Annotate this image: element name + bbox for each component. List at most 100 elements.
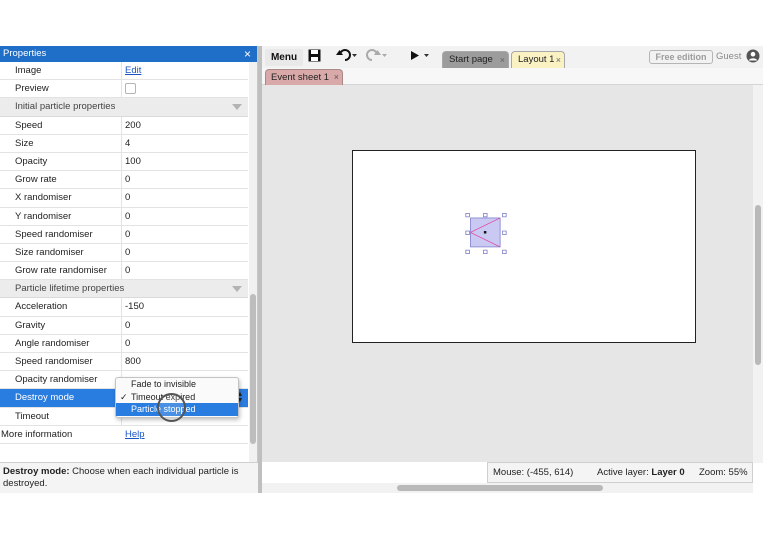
property-value[interactable]: 800 bbox=[125, 353, 141, 371]
document-tabs: Event sheet 1 × bbox=[262, 68, 763, 85]
tab-label: Event sheet 1 bbox=[271, 72, 330, 83]
play-icon[interactable] bbox=[408, 49, 432, 66]
layout-horizontal-scrollbar[interactable] bbox=[262, 483, 753, 493]
help-link[interactable]: Help bbox=[125, 426, 145, 444]
property-row[interactable]: Acceleration -150 bbox=[0, 298, 248, 317]
close-tab-icon[interactable]: × bbox=[500, 52, 505, 68]
property-label: Opacity bbox=[15, 155, 48, 167]
particles-object[interactable] bbox=[465, 213, 507, 254]
tab-start-page[interactable]: Start page × bbox=[442, 51, 509, 68]
menu-button[interactable]: Menu bbox=[265, 49, 303, 66]
property-label: Image bbox=[15, 65, 42, 76]
undo-icon[interactable] bbox=[336, 49, 358, 66]
save-icon[interactable] bbox=[308, 49, 322, 66]
property-row-preview: Preview bbox=[0, 80, 248, 99]
main-toolbar: Menu Start page × Layout 1 × Free editio… bbox=[262, 46, 763, 68]
property-label: Acceleration bbox=[15, 301, 68, 313]
properties-panel: Properties × Image Edit Preview Initial … bbox=[0, 46, 258, 493]
close-tab-icon[interactable]: × bbox=[334, 70, 339, 85]
property-row[interactable]: Speed randomiser 0 bbox=[0, 225, 248, 244]
property-label: Opacity randomiser bbox=[15, 374, 98, 386]
layout-bounds[interactable] bbox=[352, 150, 696, 343]
property-value[interactable]: -150 bbox=[125, 298, 144, 316]
property-label: Grow rate randomiser bbox=[15, 265, 107, 277]
tab-label: Start page bbox=[449, 54, 493, 65]
property-label: Speed randomiser bbox=[15, 356, 93, 367]
property-label: Preview bbox=[15, 83, 49, 95]
property-label: Grow rate bbox=[15, 174, 57, 186]
status-bar: Mouse: (-455, 614) Active layer: Layer 0… bbox=[487, 462, 753, 483]
property-label: Destroy mode bbox=[15, 392, 75, 404]
properties-scrollbar[interactable] bbox=[249, 62, 257, 462]
property-description: Destroy mode: Choose when each individua… bbox=[0, 462, 258, 493]
property-value[interactable]: 0 bbox=[125, 335, 130, 353]
checkmark-icon: ✓ bbox=[120, 391, 128, 402]
active-layer: Active layer: Layer 0 bbox=[597, 463, 685, 483]
tab-layout-1[interactable]: Layout 1 × bbox=[511, 51, 565, 68]
properties-title: Properties bbox=[3, 48, 47, 59]
property-row[interactable]: Size 4 bbox=[0, 134, 248, 153]
mouse-coordinates: Mouse: (-455, 614) bbox=[493, 467, 574, 478]
layout-vertical-scrollbar[interactable] bbox=[753, 85, 763, 463]
section-title: Initial particle properties bbox=[15, 101, 116, 113]
scrollbar-thumb[interactable] bbox=[250, 294, 256, 444]
property-row-image: Image Edit bbox=[0, 62, 248, 81]
section-initial-particle-properties[interactable]: Initial particle properties bbox=[0, 98, 248, 117]
property-row[interactable]: Grow rate 0 bbox=[0, 171, 248, 190]
description-label: Destroy mode: bbox=[3, 466, 70, 477]
property-value[interactable]: 0 bbox=[125, 208, 130, 226]
property-label: Speed bbox=[15, 119, 43, 131]
property-label: Gravity bbox=[15, 319, 46, 331]
property-value[interactable]: 4 bbox=[125, 135, 130, 153]
active-layer-label: Active layer: bbox=[597, 467, 652, 478]
property-label: Timeout bbox=[15, 410, 49, 422]
property-value[interactable]: 0 bbox=[125, 171, 130, 189]
click-cursor-indicator bbox=[157, 393, 186, 422]
property-value[interactable]: 0 bbox=[125, 244, 130, 262]
collapse-triangle-icon[interactable] bbox=[232, 286, 242, 293]
property-label: Size randomiser bbox=[15, 246, 84, 258]
property-row[interactable]: Angle randomiser 0 bbox=[0, 334, 248, 353]
redo-icon[interactable] bbox=[366, 49, 388, 66]
scrollbar-thumb[interactable] bbox=[397, 485, 603, 491]
edit-image-link[interactable]: Edit bbox=[125, 62, 141, 80]
property-row[interactable]: Grow rate randomiser 0 bbox=[0, 262, 248, 281]
close-tab-icon[interactable]: × bbox=[556, 52, 561, 68]
scrollbar-thumb[interactable] bbox=[755, 205, 761, 365]
section-title: Particle lifetime properties bbox=[15, 283, 125, 295]
option-fade-to-invisible[interactable]: Fade to invisible bbox=[116, 378, 238, 391]
property-label: Size bbox=[15, 137, 34, 149]
property-label: Speed randomiser bbox=[15, 228, 93, 240]
property-value[interactable]: 200 bbox=[125, 117, 141, 135]
property-label: Y randomiser bbox=[15, 210, 72, 222]
close-icon[interactable]: × bbox=[244, 46, 251, 62]
property-value[interactable]: 0 bbox=[125, 189, 130, 207]
property-row[interactable]: X randomiser 0 bbox=[0, 189, 248, 208]
property-row-more-information: More information Help bbox=[0, 426, 248, 444]
active-layer-value: Layer 0 bbox=[651, 467, 685, 478]
preview-checkbox[interactable] bbox=[125, 83, 136, 95]
property-value[interactable]: 0 bbox=[125, 226, 130, 244]
property-row[interactable]: Size randomiser 0 bbox=[0, 243, 248, 263]
property-row[interactable]: Y randomiser 0 bbox=[0, 207, 248, 226]
tab-label: Layout 1 bbox=[518, 54, 555, 65]
property-value[interactable]: 0 bbox=[125, 317, 130, 335]
property-row[interactable]: Speed 200 bbox=[0, 116, 248, 135]
property-label: Angle randomiser bbox=[15, 337, 90, 349]
edition-badge[interactable]: Free edition bbox=[649, 50, 713, 64]
tab-event-sheet-1[interactable]: Event sheet 1 × bbox=[265, 69, 343, 85]
section-particle-lifetime-properties[interactable]: Particle lifetime properties bbox=[0, 280, 248, 299]
user-avatar-icon[interactable] bbox=[746, 49, 760, 63]
zoom-level: Zoom: 55% bbox=[699, 467, 748, 478]
properties-header: Properties × bbox=[0, 46, 257, 62]
collapse-triangle-icon[interactable] bbox=[232, 104, 242, 111]
user-name[interactable]: Guest bbox=[716, 50, 741, 64]
property-row[interactable]: Opacity 100 bbox=[0, 152, 248, 172]
property-label: More information bbox=[1, 428, 73, 440]
property-value[interactable]: 100 bbox=[125, 153, 141, 171]
layout-view[interactable] bbox=[262, 85, 753, 462]
property-value[interactable]: 0 bbox=[125, 262, 130, 280]
property-row[interactable]: Gravity 0 bbox=[0, 316, 248, 335]
property-row[interactable]: Speed randomiser 800 bbox=[0, 353, 248, 372]
option-label: Fade to invisible bbox=[131, 379, 197, 389]
